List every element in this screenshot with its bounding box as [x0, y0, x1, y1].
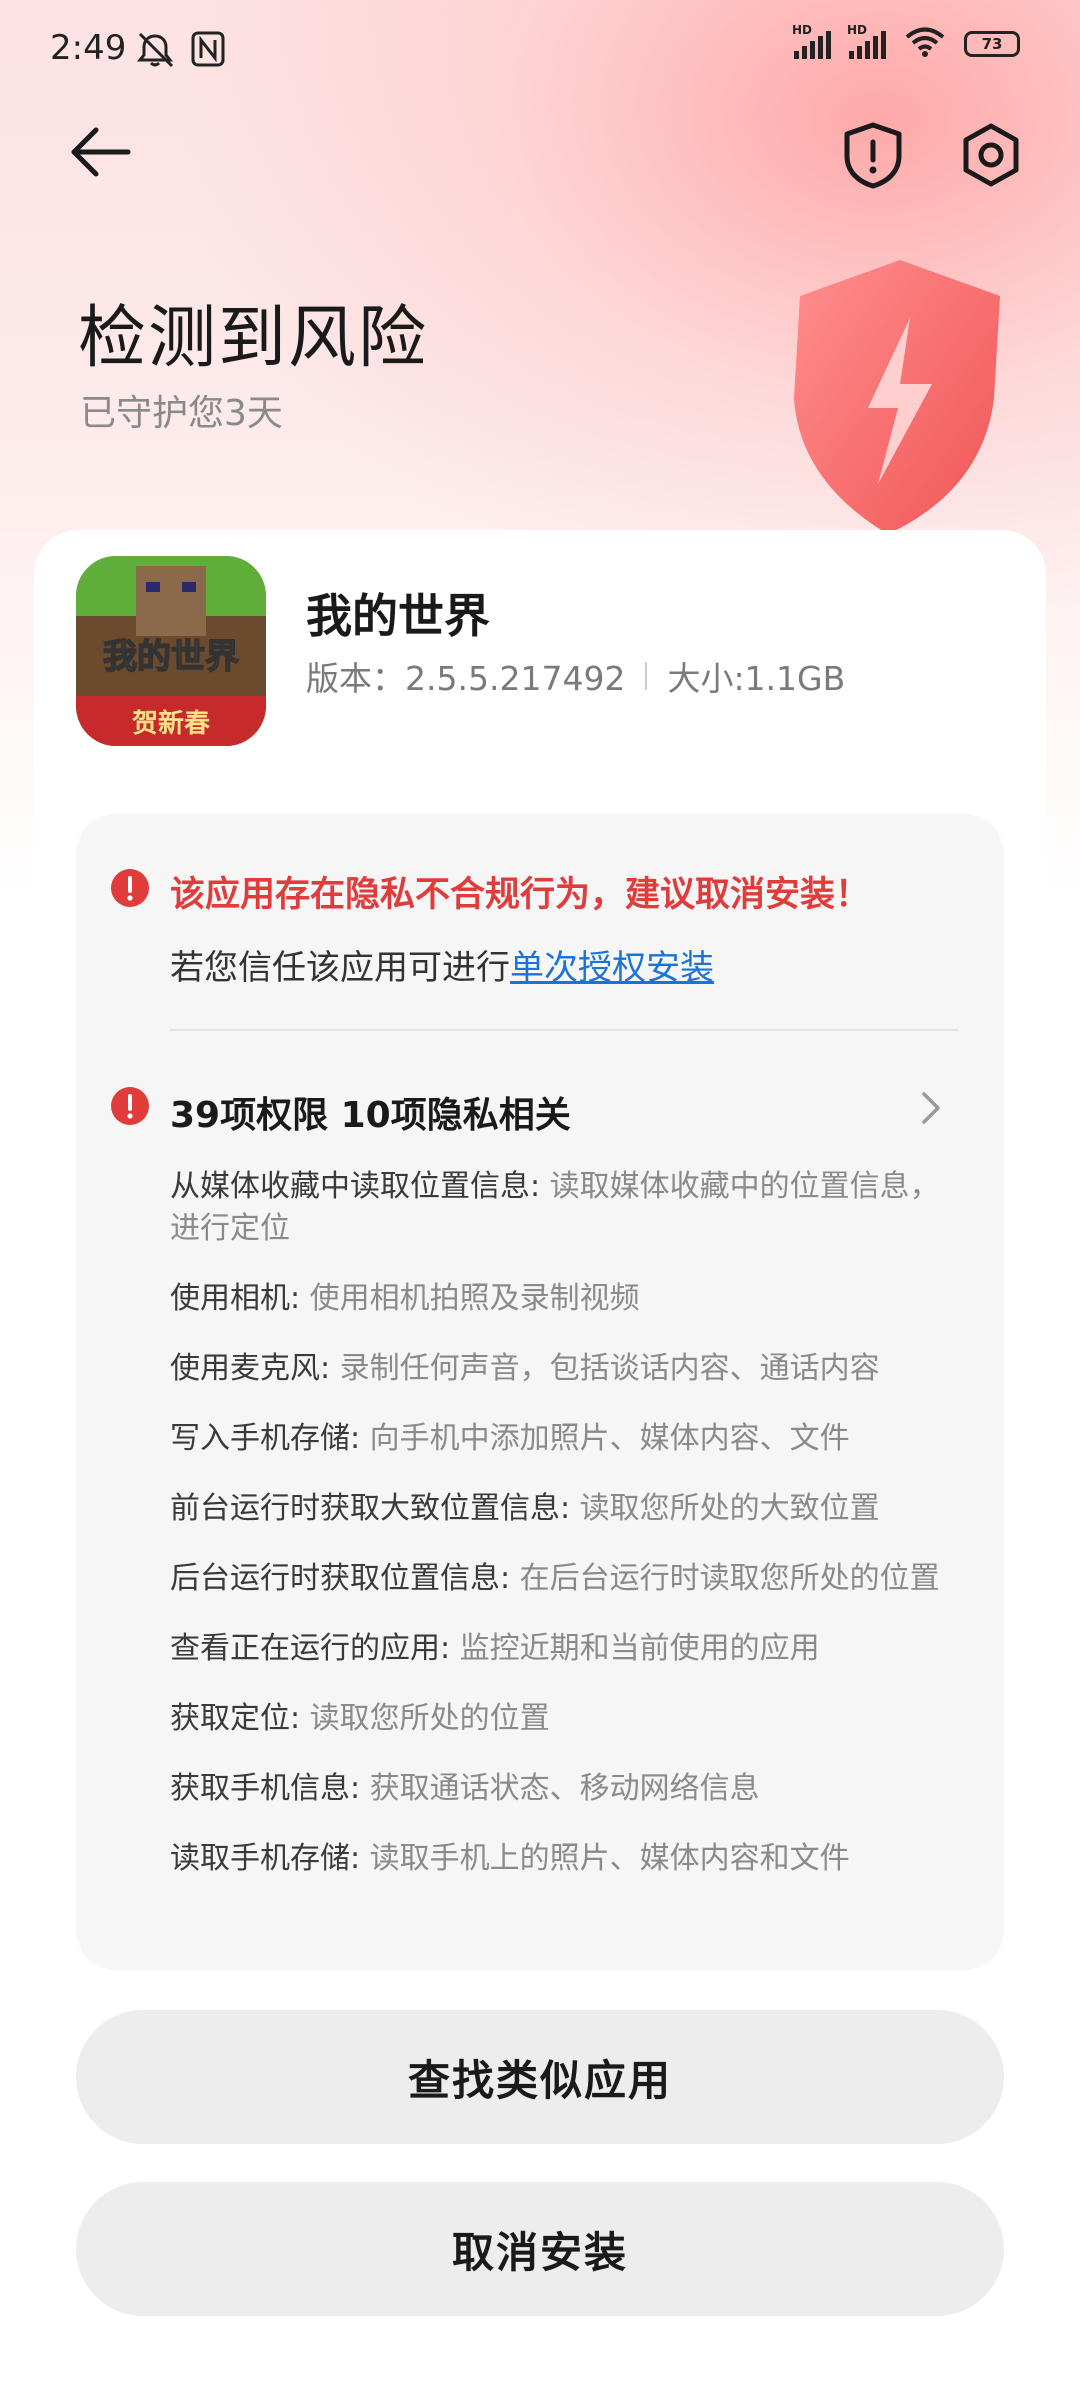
signal-2-icon: HD	[847, 23, 886, 59]
meta-separator	[645, 662, 648, 690]
single-authorization-install-link[interactable]: 单次授权安装	[510, 948, 714, 988]
wifi-icon	[904, 26, 946, 62]
permission-item: 前台运行时获取大致位置信息: 读取您所处的大致位置	[170, 1491, 880, 1526]
cancel-install-button[interactable]: 取消安装	[76, 2182, 1004, 2316]
permission-item: 从媒体收藏中读取位置信息: 读取媒体收藏中的位置信息，进行定位	[170, 1169, 940, 1246]
permission-item: 后台运行时获取位置信息: 在后台运行时读取您所处的位置	[170, 1561, 940, 1596]
back-arrow-icon	[71, 127, 131, 177]
battery-icon: 73	[964, 31, 1020, 57]
permission-item: 获取手机信息: 获取通话状态、移动网络信息	[170, 1771, 760, 1806]
app-size: 大小:1.1GB	[667, 659, 846, 698]
page-title: 检测到风险	[78, 299, 429, 378]
app-name: 我的世界	[306, 589, 490, 643]
app-icon: 我的世界 贺新春	[76, 556, 266, 746]
panel-divider	[170, 1029, 958, 1031]
trust-install-prefix: 若您信任该应用可进行	[170, 948, 510, 988]
shield-alert-icon	[844, 122, 902, 189]
permission-item: 查看正在运行的应用: 监控近期和当前使用的应用	[170, 1631, 820, 1666]
signal-1-icon: HD	[792, 23, 831, 59]
app-version: 版本：2.5.5.217492	[306, 659, 626, 698]
security-report-button[interactable]	[840, 120, 906, 190]
risk-shield-illustration	[760, 248, 1020, 548]
gear-icon	[963, 123, 1019, 187]
permission-item: 写入手机存储: 向手机中添加照片、媒体内容、文件	[170, 1421, 850, 1456]
svg-text:我的世界: 我的世界	[103, 637, 239, 677]
permission-item: 使用相机: 使用相机拍照及录制视频	[170, 1281, 640, 1316]
mute-icon	[134, 30, 176, 74]
permission-item: 读取手机存储: 读取手机上的照片、媒体内容和文件	[170, 1841, 850, 1876]
app-meta: 版本：2.5.5.217492 大小:1.1GB	[306, 652, 845, 700]
permission-item: 获取定位: 读取您所处的位置	[170, 1701, 550, 1736]
chevron-right-icon[interactable]	[916, 1088, 946, 1128]
find-similar-apps-button[interactable]: 查找类似应用	[76, 2010, 1004, 2144]
protection-days-text: 已守护您3天	[80, 393, 283, 434]
permissions-summary[interactable]: 39项权限 10项隐私相关	[170, 1086, 571, 1138]
status-time: 2:49	[50, 28, 127, 68]
warning-icon	[110, 868, 150, 908]
svg-text:贺新春: 贺新春	[132, 708, 210, 739]
permission-item: 使用麦克风: 录制任何声音，包括谈话内容、通话内容	[170, 1351, 880, 1386]
nfc-icon	[190, 30, 226, 72]
back-button[interactable]	[66, 122, 136, 182]
permissions-alert-icon	[110, 1086, 150, 1126]
status-bar: 2:49 HD HD 73	[0, 0, 1080, 100]
settings-button[interactable]	[956, 120, 1026, 190]
permission-list: 从媒体收藏中读取位置信息: 读取媒体收藏中的位置信息，进行定位 使用相机: 使用…	[170, 1166, 960, 1908]
trust-install-line: 若您信任该应用可进行单次授权安装	[170, 940, 714, 989]
privacy-warning-text: 该应用存在隐私不合规行为，建议取消安装！	[170, 875, 871, 915]
